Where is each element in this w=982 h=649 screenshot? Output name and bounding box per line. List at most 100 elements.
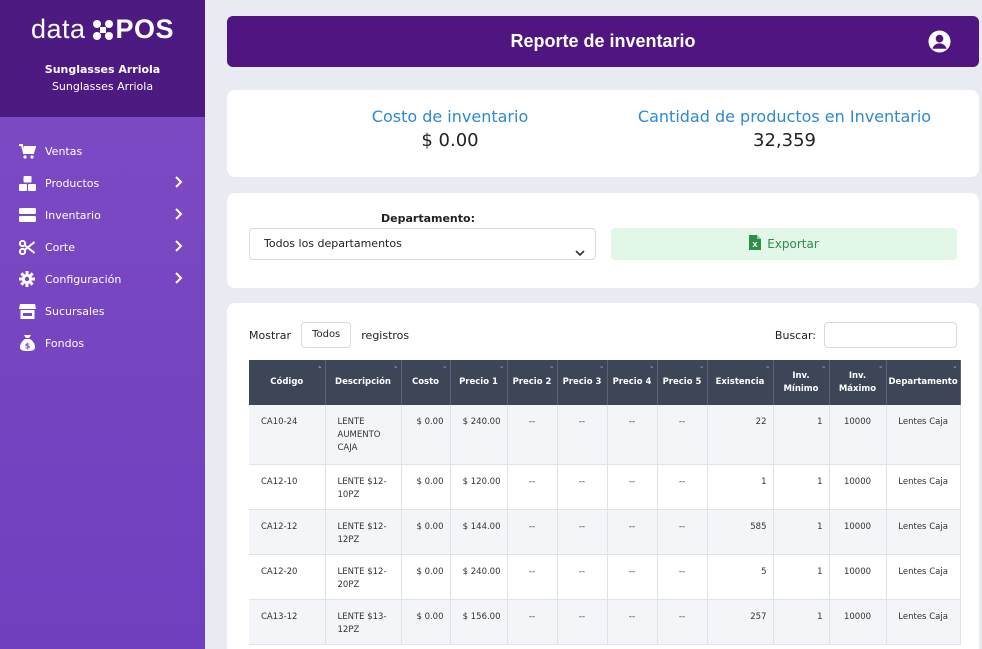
column-header-label: Precio 2 bbox=[512, 377, 552, 387]
cell-descripcion: LENTE $12-10PZ bbox=[325, 464, 402, 510]
inventory-cost-stat: Costo de inventario $ 0.00 bbox=[325, 107, 575, 151]
cell-precio-5: -- bbox=[657, 509, 708, 555]
sidebar: data POS Sunglasses Arriola Sunglasses A… bbox=[0, 0, 205, 649]
cell-codigo: CA12-10 bbox=[249, 464, 326, 510]
sort-icon: ˜ bbox=[394, 366, 398, 374]
cell-precio-5: -- bbox=[657, 599, 708, 645]
page-header: Reporte de inventario bbox=[227, 16, 979, 67]
cell-inv-maximo: 10000 bbox=[829, 405, 887, 465]
column-header-label: Precio 1 bbox=[459, 377, 498, 387]
cell-precio-3: -- bbox=[557, 554, 608, 600]
cell-precio-4: -- bbox=[607, 509, 658, 555]
inventory-table: Código ˄ Descripción ˜ Costo ˜ Precio 1 ˜ Precio… bbox=[249, 360, 961, 645]
cell-inv-maximo: 10000 bbox=[829, 509, 887, 555]
sidebar-item-label: Sucursales bbox=[45, 304, 105, 318]
column-header-label: Existencia bbox=[715, 377, 765, 387]
cell-existencia: 5 bbox=[707, 554, 774, 600]
sidebar-item-ventas[interactable]: Ventas bbox=[0, 135, 205, 167]
filters-card: Departamento: Todos los departamentos X … bbox=[227, 193, 979, 288]
sidebar-item-configuracion[interactable]: Configuración bbox=[0, 263, 205, 295]
svg-text:X: X bbox=[753, 241, 759, 249]
cell-existencia: 22 bbox=[707, 405, 774, 465]
table-search: Buscar: bbox=[775, 322, 957, 348]
column-header[interactable]: Precio 2 ˜ bbox=[507, 360, 558, 405]
column-header-label: Precio 3 bbox=[562, 377, 602, 387]
department-select-value: Todos los departamentos bbox=[264, 237, 402, 250]
table-row[interactable]: CA12-20 LENTE $12-20PZ $ 0.00 $ 240.00 -- -- -… bbox=[249, 554, 961, 600]
cell-departamento: Lentes Caja bbox=[886, 554, 961, 600]
cell-descripcion: LENTE AUMENTO CAJA bbox=[325, 405, 402, 465]
server-icon bbox=[18, 207, 36, 223]
user-avatar-icon[interactable] bbox=[928, 30, 951, 57]
cell-existencia: 585 bbox=[707, 509, 774, 555]
sidebar-menu: Ventas Productos Inventario Corte Config… bbox=[0, 135, 205, 359]
column-header[interactable]: Precio 4 ˜ bbox=[607, 360, 658, 405]
cell-precio-5: -- bbox=[657, 464, 708, 510]
sidebar-item-inventario[interactable]: Inventario bbox=[0, 199, 205, 231]
sort-icon: ˜ bbox=[650, 366, 654, 374]
sidebar-item-sucursales[interactable]: Sucursales bbox=[0, 295, 205, 327]
department-select[interactable]: Todos los departamentos bbox=[249, 228, 596, 260]
cell-precio-1: $ 144.00 bbox=[450, 509, 508, 555]
column-header[interactable]: Costo ˜ bbox=[401, 360, 451, 405]
table-row[interactable]: CA10-24 LENTE AUMENTO CAJA $ 0.00 $ 240.00-… bbox=[249, 405, 961, 465]
cell-inv-minimo: 1 bbox=[773, 599, 830, 645]
column-header[interactable]: Inv. Mínimo ˜ bbox=[773, 360, 830, 405]
export-button-label: Exportar bbox=[767, 237, 819, 251]
column-header[interactable]: Precio 1 ˜ bbox=[450, 360, 508, 405]
sidebar-item-corte[interactable]: Corte bbox=[0, 231, 205, 263]
column-header[interactable]: Inv. Máximo ˜ bbox=[829, 360, 887, 405]
column-header[interactable]: Descripción ˜ bbox=[325, 360, 402, 405]
column-header[interactable]: Existencia ˜ bbox=[707, 360, 774, 405]
sidebar-item-productos[interactable]: Productos bbox=[0, 167, 205, 199]
sort-icon: ˜ bbox=[700, 366, 704, 374]
chevron-right-icon bbox=[175, 176, 183, 191]
sort-icon: ˜ bbox=[879, 366, 883, 374]
column-header[interactable]: Precio 3 ˜ bbox=[557, 360, 608, 405]
sort-icon: ˜ bbox=[443, 366, 447, 374]
column-header[interactable]: Departamento ˜ bbox=[886, 360, 961, 405]
sidebar-item-fondos[interactable]: $ Fondos bbox=[0, 327, 205, 359]
column-header-label: Descripción bbox=[335, 377, 391, 387]
column-header-label: Costo bbox=[411, 377, 440, 387]
table-row[interactable]: CA12-10 LENTE $12-10PZ $ 0.00 $ 120.00 -- -- -… bbox=[249, 464, 961, 510]
sort-icon: ˜ bbox=[953, 366, 957, 374]
cell-precio-5: -- bbox=[657, 405, 708, 465]
sidebar-item-label: Fondos bbox=[45, 336, 85, 350]
column-header[interactable]: Código ˄ bbox=[249, 360, 326, 405]
sort-icon: ˜ bbox=[550, 366, 554, 374]
cell-precio-3: -- bbox=[557, 599, 608, 645]
cart-icon bbox=[18, 143, 36, 159]
inventory-table-card: Mostrar Todos registros Buscar: Código ˄ D… bbox=[227, 303, 979, 649]
column-header[interactable]: Precio 5 ˜ bbox=[657, 360, 708, 405]
cell-precio-2: -- bbox=[507, 509, 558, 555]
cell-descripcion: LENTE $13-12PZ bbox=[325, 599, 402, 645]
cell-precio-1: $ 120.00 bbox=[450, 464, 508, 510]
cell-costo: $ 0.00 bbox=[401, 464, 451, 510]
table-body: CA10-24 LENTE AUMENTO CAJA $ 0.00 $ 240.00-… bbox=[249, 405, 961, 645]
export-button[interactable]: X Exportar bbox=[611, 228, 957, 260]
chevron-down-icon bbox=[575, 239, 585, 269]
cell-departamento: Lentes Caja bbox=[886, 405, 961, 465]
cell-precio-3: -- bbox=[557, 405, 608, 465]
column-header-label: Departamento bbox=[888, 377, 958, 387]
table-row[interactable]: CA13-12 LENTE $13-12PZ $ 0.00 $ 156.00 -- -- -… bbox=[249, 599, 961, 645]
column-header-label: Inv. Mínimo bbox=[783, 370, 819, 394]
cell-descripcion: LENTE $12-20PZ bbox=[325, 554, 402, 600]
cell-codigo: CA10-24 bbox=[249, 405, 326, 465]
app-logo[interactable]: data POS bbox=[0, 14, 205, 45]
sidebar-item-label: Corte bbox=[45, 240, 76, 254]
boxes-icon bbox=[18, 175, 36, 191]
table-length-control: Mostrar Todos registros bbox=[249, 322, 409, 348]
records-length-select[interactable]: Todos bbox=[301, 322, 352, 348]
column-header-label: Precio 5 bbox=[662, 377, 702, 387]
table-row[interactable]: CA12-12 LENTE $12-12PZ $ 0.00 $ 144.00 -- -- -… bbox=[249, 509, 961, 555]
cell-precio-3: -- bbox=[557, 464, 608, 510]
cell-precio-4: -- bbox=[607, 554, 658, 600]
sort-icon: ˜ bbox=[600, 366, 604, 374]
cell-precio-2: -- bbox=[507, 405, 558, 465]
search-input[interactable] bbox=[824, 322, 957, 348]
logo-text-light: data bbox=[30, 14, 86, 44]
cell-precio-1: $ 240.00 bbox=[450, 554, 508, 600]
cell-codigo: CA12-12 bbox=[249, 509, 326, 555]
